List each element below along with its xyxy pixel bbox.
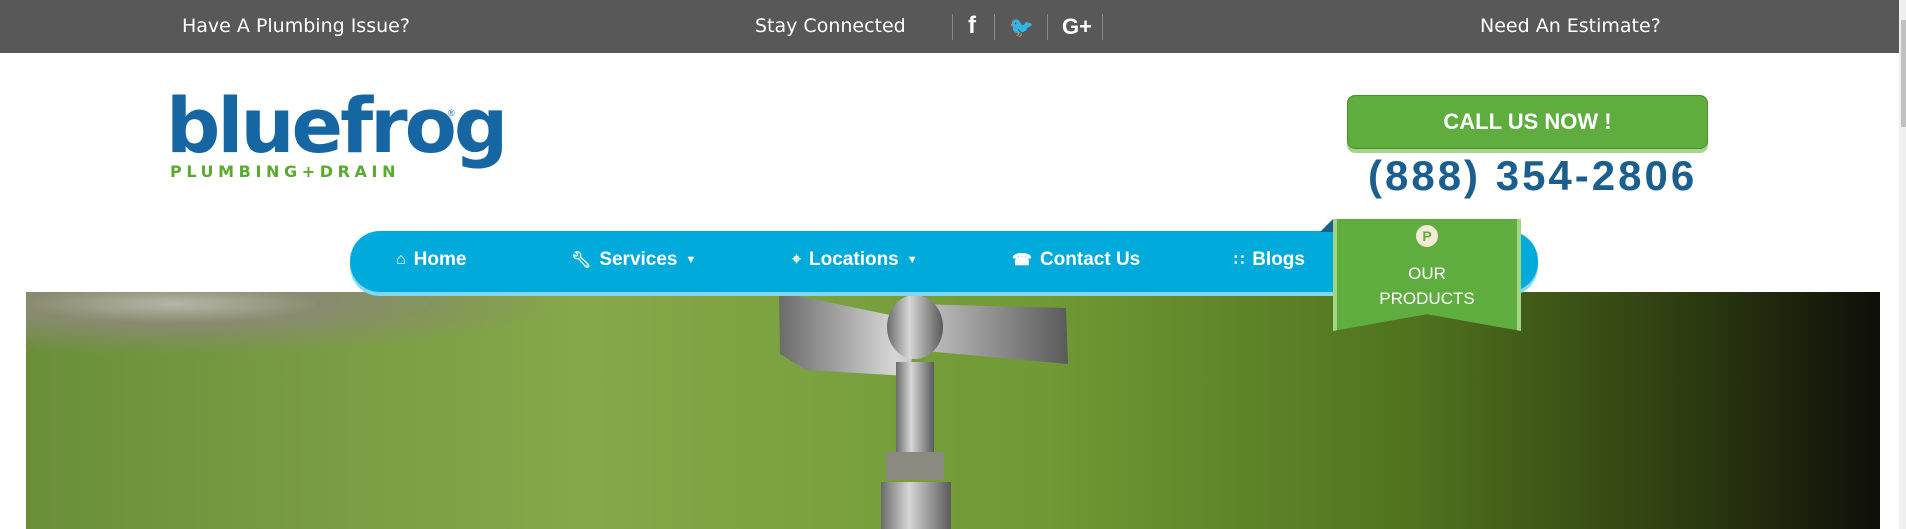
ribbon-fold (1320, 219, 1333, 232)
twitter-icon[interactable]: 🐦 (1009, 15, 1034, 40)
nav-label: Home (413, 249, 467, 270)
divider (994, 14, 995, 40)
divider (952, 14, 953, 40)
google-plus-icon[interactable]: G+ (1062, 14, 1092, 40)
top-bar: Have A Plumbing Issue? Stay Connected f … (0, 0, 1899, 53)
map-marker-icon: ⌖ (792, 251, 802, 268)
home-icon: ⌂ (396, 251, 406, 268)
faucet-illustration (779, 292, 1068, 529)
products-label-line2: PRODUCTS (1379, 289, 1475, 308)
scrollbar-thumb[interactable] (1901, 20, 1906, 127)
hero-image-faucet (26, 292, 1880, 529)
nav-item-contact-us[interactable]: ☎ Contact Us (1012, 249, 1140, 271)
facebook-icon[interactable]: f (968, 12, 976, 40)
nav-label: Locations (809, 249, 899, 270)
nav-item-home[interactable]: ⌂ Home (396, 249, 466, 271)
products-badge-icon: P (1416, 225, 1438, 247)
registered-icon: ® (448, 108, 455, 118)
caret-down-icon: ▼ (906, 254, 918, 266)
nav-item-services[interactable]: 🔧︎ Services ▼ (571, 249, 696, 271)
products-label-line1: OUR (1408, 264, 1446, 283)
nav-item-locations[interactable]: ⌖ Locations ▼ (792, 249, 918, 271)
bluefrog-logo[interactable]: bluefrog ® PLUMBING+DRAIN (166, 81, 508, 182)
divider (1102, 14, 1103, 40)
plumbing-issue-link[interactable]: Have A Plumbing Issue? (182, 15, 410, 37)
stay-connected-label: Stay Connected (755, 15, 906, 37)
logo-wordmark: bluefrog (166, 81, 508, 170)
divider (1047, 14, 1048, 40)
nav-label: Services (599, 249, 678, 270)
nav-item-blogs[interactable]: ∷ Blogs (1234, 249, 1305, 271)
call-us-button[interactable]: CALL US NOW ! (1347, 95, 1708, 149)
phone-number[interactable]: (888) 354-2806 (1368, 152, 1697, 200)
caret-down-icon: ▼ (685, 254, 697, 266)
phone-icon: ☎ (1012, 252, 1032, 269)
nav-label: Contact Us (1039, 249, 1141, 270)
nav-label: Blogs (1252, 249, 1305, 270)
estimate-link[interactable]: Need An Estimate? (1480, 15, 1661, 37)
rss-icon: ∷ (1234, 252, 1245, 269)
wrench-icon: 🔧︎ (571, 252, 592, 269)
